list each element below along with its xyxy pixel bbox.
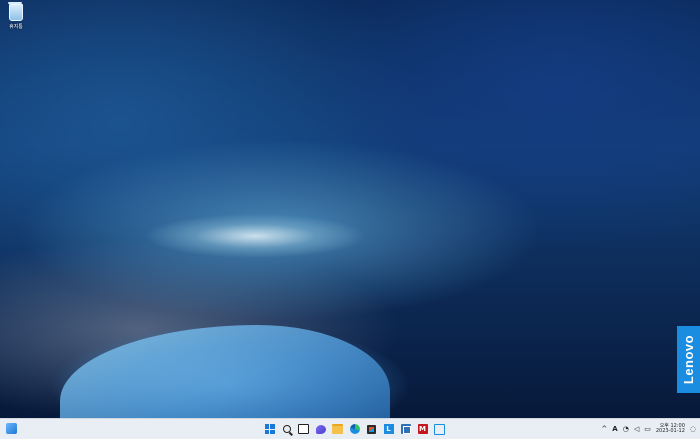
desktop-wallpaper: 휴지통 Lenovo xyxy=(0,0,700,418)
task-view-icon xyxy=(298,424,309,434)
show-hidden-icons-button[interactable]: ^ xyxy=(601,425,607,433)
windows-start-icon xyxy=(264,424,275,434)
mcafee-button[interactable]: M xyxy=(417,424,428,435)
edge-button[interactable] xyxy=(349,424,360,435)
vantage-button[interactable] xyxy=(400,424,411,435)
app-button[interactable] xyxy=(434,423,445,435)
input-method-indicator[interactable]: A xyxy=(612,425,617,433)
search-icon xyxy=(282,425,291,433)
notification-bell-icon[interactable]: ◌ xyxy=(690,425,696,433)
file-explorer-button[interactable] xyxy=(332,424,343,435)
search-button[interactable] xyxy=(281,424,292,435)
wifi-icon[interactable]: ◔ xyxy=(623,425,629,433)
chat-icon xyxy=(315,424,326,434)
clock-button[interactable]: 오후 12:00 2023-01-12 xyxy=(655,423,685,435)
folder-icon xyxy=(332,424,343,434)
task-view-button[interactable] xyxy=(298,424,309,435)
weather-widget-icon xyxy=(6,423,17,434)
battery-icon[interactable]: ▭ xyxy=(644,425,651,433)
store-icon xyxy=(367,424,376,434)
wallpaper-ice-shape xyxy=(60,325,390,418)
speaker-icon[interactable]: ◁ xyxy=(634,425,639,433)
desktop-icon-label: 휴지통 xyxy=(9,24,23,30)
desktop-icon-recycle-bin[interactable]: 휴지통 xyxy=(3,2,29,32)
system-tray: ^ A ◔ ◁ ▭ 오후 12:00 2023-01-12 ◌ xyxy=(601,421,696,437)
taskbar-pinned-apps: L M xyxy=(264,422,445,436)
lenovo-icon: L xyxy=(383,424,394,434)
brand-text: Lenovo xyxy=(681,334,697,385)
store-button[interactable] xyxy=(366,424,377,435)
weather-widget-button[interactable] xyxy=(6,423,18,435)
vantage-icon xyxy=(400,424,411,434)
start-button[interactable] xyxy=(264,424,275,435)
app-icon xyxy=(434,423,445,435)
recycle-bin-icon xyxy=(8,2,23,21)
taskbar: L M ^ A ◔ ◁ ▭ 오후 12:00 2023-01-12 ◌ xyxy=(0,418,700,439)
chat-button[interactable] xyxy=(315,424,326,435)
mcafee-icon: M xyxy=(417,424,428,434)
clock-date: 2023-01-12 xyxy=(655,428,685,434)
lenovo-brand-tag: Lenovo xyxy=(677,326,700,393)
lenovo-app-button[interactable]: L xyxy=(383,424,394,435)
edge-icon xyxy=(349,424,360,434)
